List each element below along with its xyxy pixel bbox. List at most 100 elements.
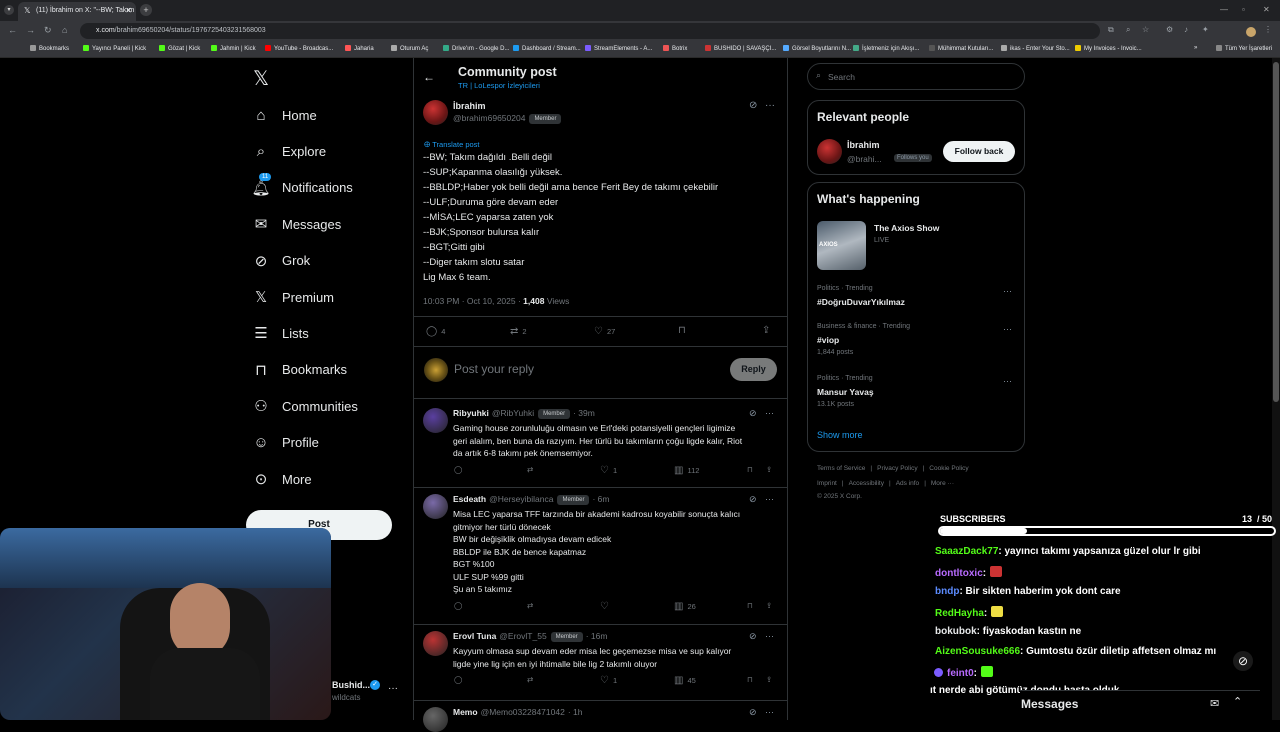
avatar[interactable] — [423, 100, 448, 125]
all-bookmarks[interactable]: Tüm Yer İşaretleri — [1216, 45, 1272, 52]
account-more-icon[interactable]: ··· — [388, 683, 398, 694]
expand-icon[interactable]: ⌃ — [1233, 695, 1242, 708]
reply-handle[interactable]: @Memo03228471042 — [481, 707, 565, 717]
reply-handle[interactable]: @RibYuhki — [492, 408, 534, 418]
install-icon[interactable]: ⧉ — [1108, 25, 1114, 35]
tab-search-button[interactable]: ▾ — [4, 5, 14, 15]
messages-drawer-title[interactable]: Messages — [1021, 697, 1078, 711]
more-icon[interactable]: ··· — [1003, 286, 1012, 296]
footer-link[interactable]: Privacy Policy — [877, 465, 917, 472]
live-show-title[interactable]: The Axios Show — [874, 223, 939, 233]
grok-icon[interactable]: ⊘ — [749, 494, 757, 505]
bookmark-item[interactable]: Mühimmat Kutuları... — [929, 45, 993, 52]
like-action[interactable]: ♡ — [600, 601, 613, 612]
maximize-icon[interactable]: ▫ — [1242, 5, 1245, 14]
footer-link[interactable]: Accessibility — [849, 480, 884, 487]
nav-item-notifications[interactable]: 🔔︎ 11 Notifications — [251, 172, 353, 200]
menu-icon[interactable]: ⋮ — [1264, 25, 1272, 34]
new-message-icon[interactable]: ✉ — [1210, 697, 1219, 710]
close-tab-icon[interactable]: ✕ — [125, 6, 132, 15]
chat-username[interactable]: bndp — [935, 586, 959, 597]
minimize-icon[interactable]: — — [1220, 5, 1228, 14]
x-logo-icon[interactable]: 𝕏 — [253, 66, 269, 91]
bookmark-item[interactable]: Dashboard / Stream... — [513, 45, 581, 52]
home-browser-icon[interactable]: ⌂ — [62, 25, 67, 35]
footer-link[interactable]: Terms of Service — [817, 465, 865, 472]
more-icon[interactable]: ··· — [765, 100, 775, 111]
bookmark-item[interactable]: Jaharia — [345, 45, 374, 52]
back-arrow-icon[interactable]: ← — [423, 70, 435, 84]
more-icon[interactable]: ··· — [765, 408, 774, 418]
nav-item-communities[interactable]: ⚇ Communities — [252, 394, 358, 418]
views-action[interactable]: ▥ 45 — [674, 675, 696, 686]
reply-action[interactable]: ◯ — [454, 675, 462, 684]
views-action[interactable]: ▥ 26 — [674, 601, 696, 612]
reply-action[interactable]: ◯ — [454, 465, 462, 474]
grok-icon[interactable]: ⊘ — [749, 408, 757, 419]
trend-name[interactable]: #viop — [817, 335, 839, 345]
nav-item-lists[interactable]: ☰ Lists — [252, 321, 308, 345]
post-author[interactable]: İbrahim — [453, 101, 486, 111]
post-handle[interactable]: @brahim69650204 — [453, 113, 525, 123]
avatar[interactable] — [423, 408, 448, 433]
url-input[interactable]: x.com/brahim69650204/status/197672540323… — [80, 23, 1100, 39]
reply-handle[interactable]: @Herseyibilanca — [489, 494, 553, 504]
trend-name[interactable]: Mansur Yavaş — [817, 387, 874, 397]
bookmark-item[interactable]: My Invoices - Invoic... — [1075, 45, 1142, 52]
nav-item-home[interactable]: ⌂ Home — [252, 103, 316, 127]
bookmark-item[interactable]: Bookmarks — [30, 45, 69, 52]
bookmark-action[interactable]: ⊓ — [747, 465, 753, 474]
repost-action[interactable]: ⇄ — [527, 601, 533, 610]
extension-icon[interactable]: ♪ — [1184, 25, 1188, 34]
nav-item-more[interactable]: ⊙ More — [252, 467, 312, 491]
nav-item-explore[interactable]: ⌕ Explore — [252, 139, 326, 163]
repost-action[interactable]: ⇄ — [527, 675, 533, 684]
footer-link[interactable]: More ··· — [931, 480, 954, 487]
puzzle-icon[interactable]: ✦ — [1202, 25, 1209, 34]
nav-item-grok[interactable]: ⊘ Grok — [252, 249, 310, 273]
zoom-icon[interactable]: ⌕ — [1126, 25, 1130, 35]
bookmark-item[interactable]: Drive'ım - Google D... — [443, 45, 510, 52]
bookmark-item[interactable]: StreamElements - A... — [585, 45, 652, 52]
browser-tab[interactable]: 𝕏 (11) İbrahim on X: "--BW; Takım ✕ — [18, 2, 136, 21]
share-action[interactable]: ⇪ — [766, 675, 772, 684]
chat-username[interactable]: bokubok — [935, 626, 977, 637]
share-action[interactable]: ⇪ — [766, 465, 772, 474]
relevant-name[interactable]: İbrahim — [847, 140, 880, 150]
more-icon[interactable]: ··· — [1003, 376, 1012, 386]
like-action[interactable]: ♡ 27 — [594, 326, 615, 337]
profile-avatar[interactable] — [1246, 27, 1256, 37]
reload-icon[interactable]: ↻ — [44, 25, 52, 36]
bookmark-item[interactable]: Görsel Boyutlarını N... — [783, 45, 851, 52]
chat-username[interactable]: feint0 — [947, 668, 974, 679]
bookmark-item[interactable]: Botrix — [663, 45, 687, 52]
reply-author[interactable]: Esdeath — [453, 494, 486, 504]
bookmarks-overflow-icon[interactable]: » — [1194, 45, 1197, 51]
bookmark-action[interactable]: ⊓ — [678, 325, 690, 336]
reply-action[interactable]: ◯ 4 — [426, 326, 445, 337]
reply-author[interactable]: Memo — [453, 707, 478, 717]
extension-icon[interactable]: ⚙ — [1166, 25, 1173, 34]
back-icon[interactable]: ← — [8, 25, 17, 35]
bookmark-item[interactable]: YouTube - Broadcas... — [265, 45, 333, 52]
grok-icon[interactable]: ⊘ — [749, 707, 757, 718]
account-name[interactable]: Bushid... — [332, 680, 370, 690]
grok-floating-icon[interactable]: ⊘ — [1233, 651, 1253, 671]
footer-link[interactable]: Imprint — [817, 480, 837, 487]
like-action[interactable]: ♡ 1 — [600, 465, 617, 476]
bookmark-item[interactable]: BUSHIDO | SAVAŞÇI... — [705, 45, 776, 52]
avatar[interactable] — [423, 494, 448, 519]
follow-back-button[interactable]: Follow back — [943, 141, 1015, 162]
reply-author[interactable]: Erovl Tuna — [453, 631, 496, 641]
more-icon[interactable]: ··· — [1003, 324, 1012, 334]
star-icon[interactable]: ☆ — [1142, 25, 1149, 34]
bookmark-item[interactable]: Jahmin | Kick — [211, 45, 256, 52]
bookmark-action[interactable]: ⊓ — [747, 675, 753, 684]
share-action[interactable]: ⇪ — [762, 325, 774, 336]
community-link[interactable]: TR | LoLespor İzleyicileri — [458, 81, 540, 90]
more-icon[interactable]: ··· — [765, 631, 774, 641]
trend-name[interactable]: #DoğruDuvarYıkılmaz — [817, 297, 905, 307]
reply-action[interactable]: ◯ — [454, 601, 462, 610]
views-action[interactable]: ▥ 112 — [674, 465, 699, 476]
new-tab-button[interactable]: + — [140, 4, 152, 16]
